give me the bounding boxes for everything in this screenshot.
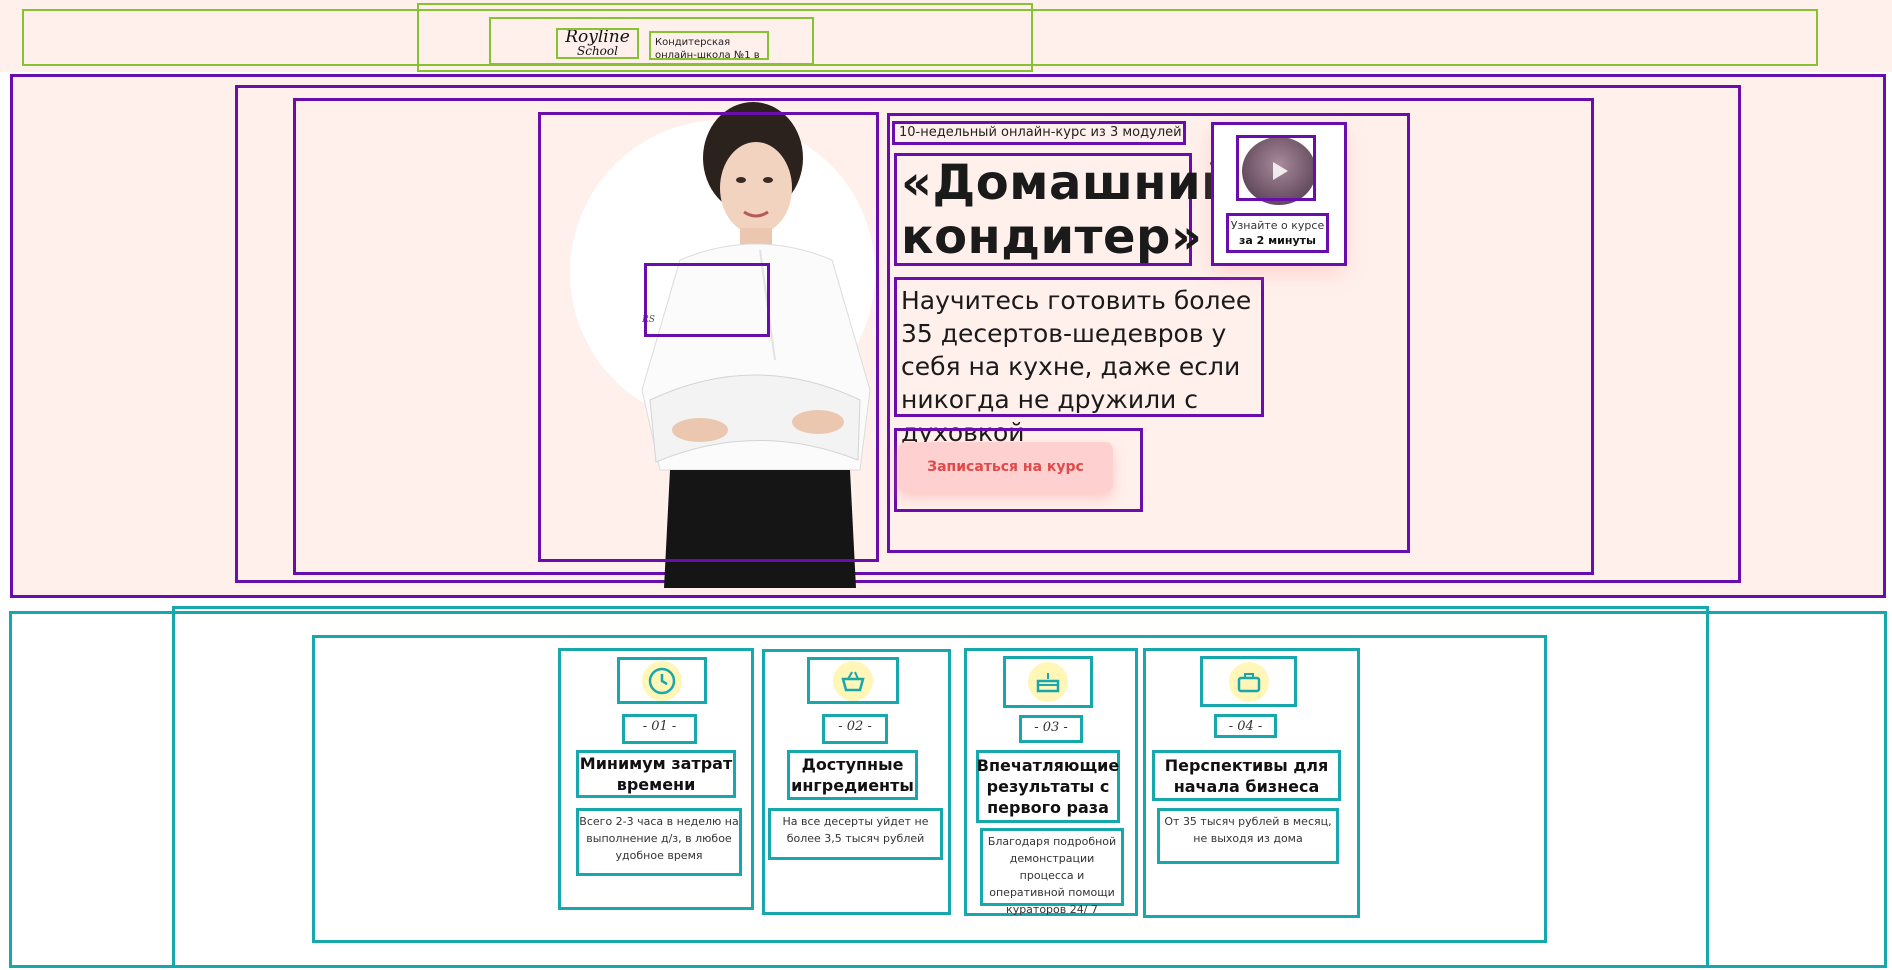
feature-number-2: - 02 - [822, 714, 888, 744]
course-kicker: 10-недельный онлайн-курс из 3 модулей [892, 121, 1186, 145]
tagline: Кондитерская онлайн-школа №1 в Европе [649, 31, 769, 60]
video-caption-bold: за 2 минуты [1239, 234, 1316, 247]
feature-desc-2: На все десерты уйдет не более 3,5 тысяч … [768, 808, 943, 860]
photo-frame [538, 112, 879, 562]
feature-icon-box-4 [1200, 656, 1297, 707]
logo-line-1: Royline [565, 28, 630, 47]
clock-icon [642, 660, 682, 701]
feature-desc-1: Всего 2-3 часа в неделю на выполнение д/… [576, 808, 742, 876]
basket-icon [833, 660, 873, 701]
feature-number-1: - 01 - [622, 714, 697, 744]
feature-title-2: Доступные ингредиенты [787, 750, 918, 800]
feature-icon-box-1 [617, 657, 707, 704]
feature-number-4: - 04 - [1214, 714, 1277, 738]
video-caption: Узнайте о курсе за 2 минуты [1226, 213, 1329, 253]
briefcase-icon [1228, 661, 1269, 702]
enroll-button[interactable]: Записаться на курс [898, 442, 1113, 492]
video-caption-line-1: Узнайте о курсе [1230, 219, 1325, 232]
thumbnail-frame [1236, 135, 1316, 201]
video-caption-line-2: за 2 минуты [1229, 233, 1326, 248]
feature-icon-box-2 [807, 657, 899, 704]
feature-title-1: Минимум затрат времени [576, 750, 736, 798]
badge-frame [644, 263, 770, 337]
title-line-2: кондитер» [901, 209, 1203, 265]
logo[interactable]: Royline School [556, 28, 639, 59]
feature-title-4: Перспективы для начала бизнеса [1152, 750, 1341, 801]
title-line-1: «Домашний [901, 155, 1236, 211]
feature-number-3: - 03 - [1019, 715, 1083, 743]
feature-title-3: Впечатляющие результаты с первого раза [976, 750, 1120, 823]
page-title: «Домашний кондитер» [894, 153, 1236, 266]
feature-desc-4: От 35 тысяч рублей в месяц, не выходя из… [1157, 808, 1339, 864]
cake-icon [1028, 662, 1068, 702]
hero-subtitle: Научитесь готовить более 35 десертов-шед… [894, 277, 1264, 447]
feature-icon-box-3 [1003, 656, 1093, 708]
feature-desc-3: Благодаря подробной демонстрации процесс… [980, 828, 1124, 916]
